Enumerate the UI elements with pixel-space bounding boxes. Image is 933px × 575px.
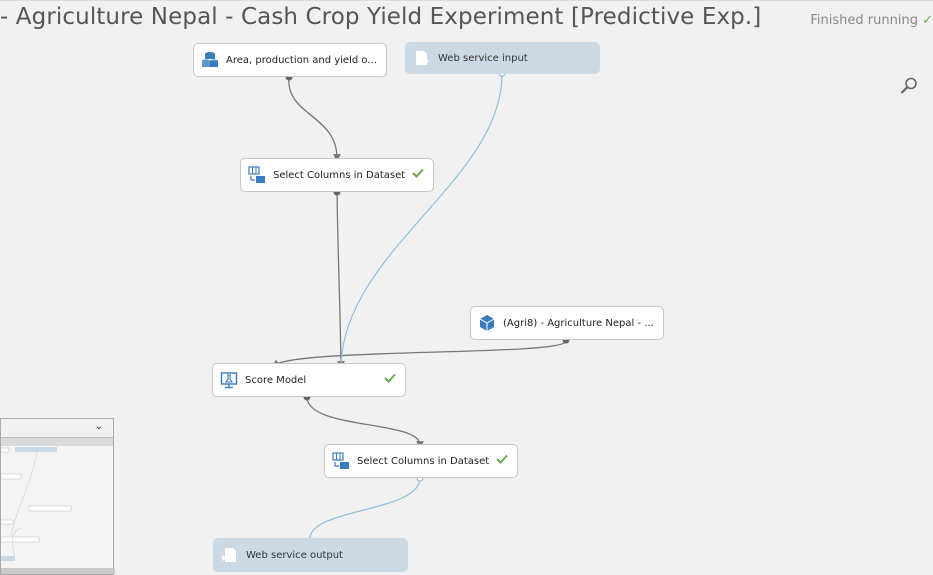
minimap-scrollbar[interactable]: [1, 568, 115, 574]
minimap[interactable]: ⌄: [0, 418, 115, 575]
node-select-columns-1[interactable]: Select Columns in Dataset: [240, 158, 434, 192]
node-web-service-input-label: Web service input: [438, 52, 528, 64]
node-trained-model[interactable]: (Agri8) - Agriculture Nepal - ...: [470, 306, 664, 340]
node-dataset-label: Area, production and yield o...: [226, 54, 377, 66]
node-web-service-output-label: Web service output: [246, 549, 343, 561]
node-select-columns-2[interactable]: Select Columns in Dataset: [324, 444, 518, 478]
score-model-icon: [219, 370, 239, 390]
edge-dataset-to-select1: [288, 76, 341, 162]
web-service-output-icon: [220, 545, 240, 565]
node-dataset[interactable]: Area, production and yield o...: [193, 43, 387, 77]
edge-model-to-score: [271, 340, 567, 368]
trained-model-icon: [477, 313, 497, 333]
dataset-icon: [200, 50, 220, 70]
minimap-band: [1, 438, 113, 446]
edge-score-to-select2: [306, 397, 424, 449]
connection-lines: [271, 69, 570, 539]
web-service-input-icon: [412, 48, 432, 68]
check-icon: [403, 166, 433, 183]
node-trained-model-label: (Agri8) - Agriculture Nepal - ...: [503, 317, 654, 329]
minimap-preview[interactable]: [1, 446, 113, 570]
edge-select1-to-score: [336, 191, 345, 369]
edge-select2-to-wsoutput: [309, 477, 421, 539]
check-icon: [487, 452, 517, 469]
node-select-columns-2-label: Select Columns in Dataset: [357, 455, 490, 467]
minimap-header: ⌄: [1, 419, 113, 438]
select-columns-icon: [331, 451, 351, 471]
chevron-down-icon[interactable]: ⌄: [95, 421, 103, 432]
node-select-columns-1-label: Select Columns in Dataset: [273, 169, 406, 181]
check-icon: [375, 371, 405, 388]
node-web-service-output[interactable]: Web service output: [213, 538, 408, 572]
node-score-model-label: Score Model: [245, 374, 307, 386]
select-columns-icon: [247, 165, 267, 185]
node-score-model[interactable]: Score Model: [212, 363, 406, 397]
node-web-service-input[interactable]: Web service input: [405, 42, 600, 74]
